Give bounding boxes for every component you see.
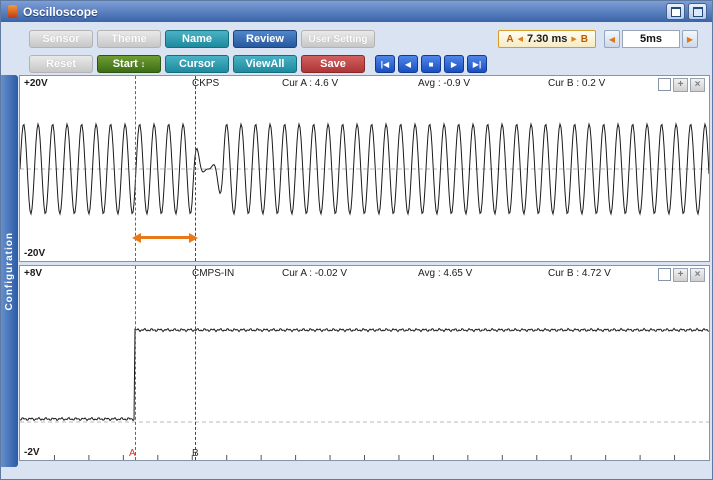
range-min-label: -2V: [24, 447, 40, 458]
delta-time-value: 7.30 ms: [527, 33, 567, 45]
configuration-tab[interactable]: Configuration: [1, 75, 18, 467]
channel-controls: + ×: [658, 78, 705, 92]
cursor-a-line[interactable]: [135, 266, 136, 460]
app-icon: [8, 5, 17, 18]
skip-start-button[interactable]: |◀: [375, 55, 395, 73]
channel-name-label: CKPS: [192, 78, 219, 89]
timebase-value: 5ms: [622, 30, 680, 48]
channel-visibility-checkbox[interactable]: [658, 78, 671, 91]
cursor-a-bottom-label: A: [129, 448, 136, 459]
playback-controls: |◀ ◀ ■ ▶ ▶|: [375, 55, 487, 73]
cmps-waveform: [20, 266, 709, 461]
cursor-b-tag: B: [581, 34, 588, 45]
oscilloscope-window: Oscilloscope Sensor Theme Name Review Us…: [0, 0, 713, 480]
start-button-label: Start: [113, 56, 138, 73]
left-triangle-icon: ◀: [518, 35, 523, 43]
channel-controls: + ×: [658, 268, 705, 282]
channel-name-label: CMPS-IN: [192, 268, 234, 279]
channel-move-icon[interactable]: +: [673, 78, 688, 92]
cursor-b-value: Cur B : 4.72 V: [548, 268, 611, 279]
range-min-label: -20V: [24, 248, 45, 259]
cursor-button[interactable]: Cursor: [165, 55, 229, 73]
start-button[interactable]: Start ↕: [97, 55, 161, 73]
cursor-delta-arrow: [140, 236, 190, 239]
range-max-label: +8V: [24, 268, 42, 279]
cursor-a-tag: A: [506, 34, 513, 45]
average-value: Avg : 4.65 V: [418, 268, 472, 279]
toolbar-row-2: Reset Start ↕ Cursor ViewAll Save |◀ ◀ ■…: [29, 55, 702, 73]
name-button[interactable]: Name: [165, 30, 229, 48]
save-button[interactable]: Save: [301, 55, 365, 73]
reset-button[interactable]: Reset: [29, 55, 93, 73]
channel-move-icon[interactable]: +: [673, 268, 688, 282]
cursor-b-bottom-label: B: [192, 448, 199, 459]
start-spinner-icon: ↕: [141, 60, 146, 69]
channel-close-icon[interactable]: ×: [690, 78, 705, 92]
restore-button[interactable]: [666, 3, 685, 20]
time-axis-ticks: [54, 455, 674, 460]
timebase-increase-button[interactable]: ▶: [682, 30, 698, 48]
waveform-path: [20, 328, 709, 420]
channel-stack: +20V CKPS Cur A : 4.6 V Avg : -0.9 V Cur…: [18, 75, 712, 467]
play-button[interactable]: ▶: [444, 55, 464, 73]
stop-button[interactable]: ■: [421, 55, 441, 73]
cursor-a-value: Cur A : -0.02 V: [282, 268, 347, 279]
theme-button[interactable]: Theme: [97, 30, 161, 48]
timebase-decrease-button[interactable]: ◀: [604, 30, 620, 48]
toolbar-row-1: Sensor Theme Name Review User Setting A …: [29, 30, 702, 48]
ckps-waveform: [20, 76, 709, 260]
cursor-a-value: Cur A : 4.6 V: [282, 78, 338, 89]
main-area: Configuration +20V CKPS Cur A : 4.6 V Av…: [1, 75, 712, 467]
window-title: Oscilloscope: [23, 5, 663, 19]
channel-visibility-checkbox[interactable]: [658, 268, 671, 281]
review-button[interactable]: Review: [233, 30, 297, 48]
step-back-button[interactable]: ◀: [398, 55, 418, 73]
sensor-button[interactable]: Sensor: [29, 30, 93, 48]
right-triangle-icon: ▶: [571, 35, 576, 43]
cursor-b-value: Cur B : 0.2 V: [548, 78, 605, 89]
cursor-delta-display: A ◀ 7.30 ms ▶ B: [498, 30, 596, 48]
cursor-b-line[interactable]: [195, 266, 196, 460]
average-value: Avg : -0.9 V: [418, 78, 470, 89]
configuration-tab-label: Configuration: [4, 232, 15, 311]
minimize-icon: [693, 7, 703, 17]
channel-close-icon[interactable]: ×: [690, 268, 705, 282]
toolbar: Sensor Theme Name Review User Setting A …: [1, 22, 712, 73]
skip-end-button[interactable]: ▶|: [467, 55, 487, 73]
viewall-button[interactable]: ViewAll: [233, 55, 297, 73]
channel-panel-cmps: +8V CMPS-IN Cur A : -0.02 V Avg : 4.65 V…: [19, 265, 710, 461]
range-max-label: +20V: [24, 78, 48, 89]
titlebar: Oscilloscope: [1, 1, 712, 22]
restore-icon: [671, 7, 681, 17]
minimize-button[interactable]: [688, 3, 707, 20]
channel-panel-ckps: +20V CKPS Cur A : 4.6 V Avg : -0.9 V Cur…: [19, 75, 710, 262]
time-controls: A ◀ 7.30 ms ▶ B ◀ 5ms ▶: [498, 30, 698, 48]
user-setting-button[interactable]: User Setting: [301, 30, 375, 48]
